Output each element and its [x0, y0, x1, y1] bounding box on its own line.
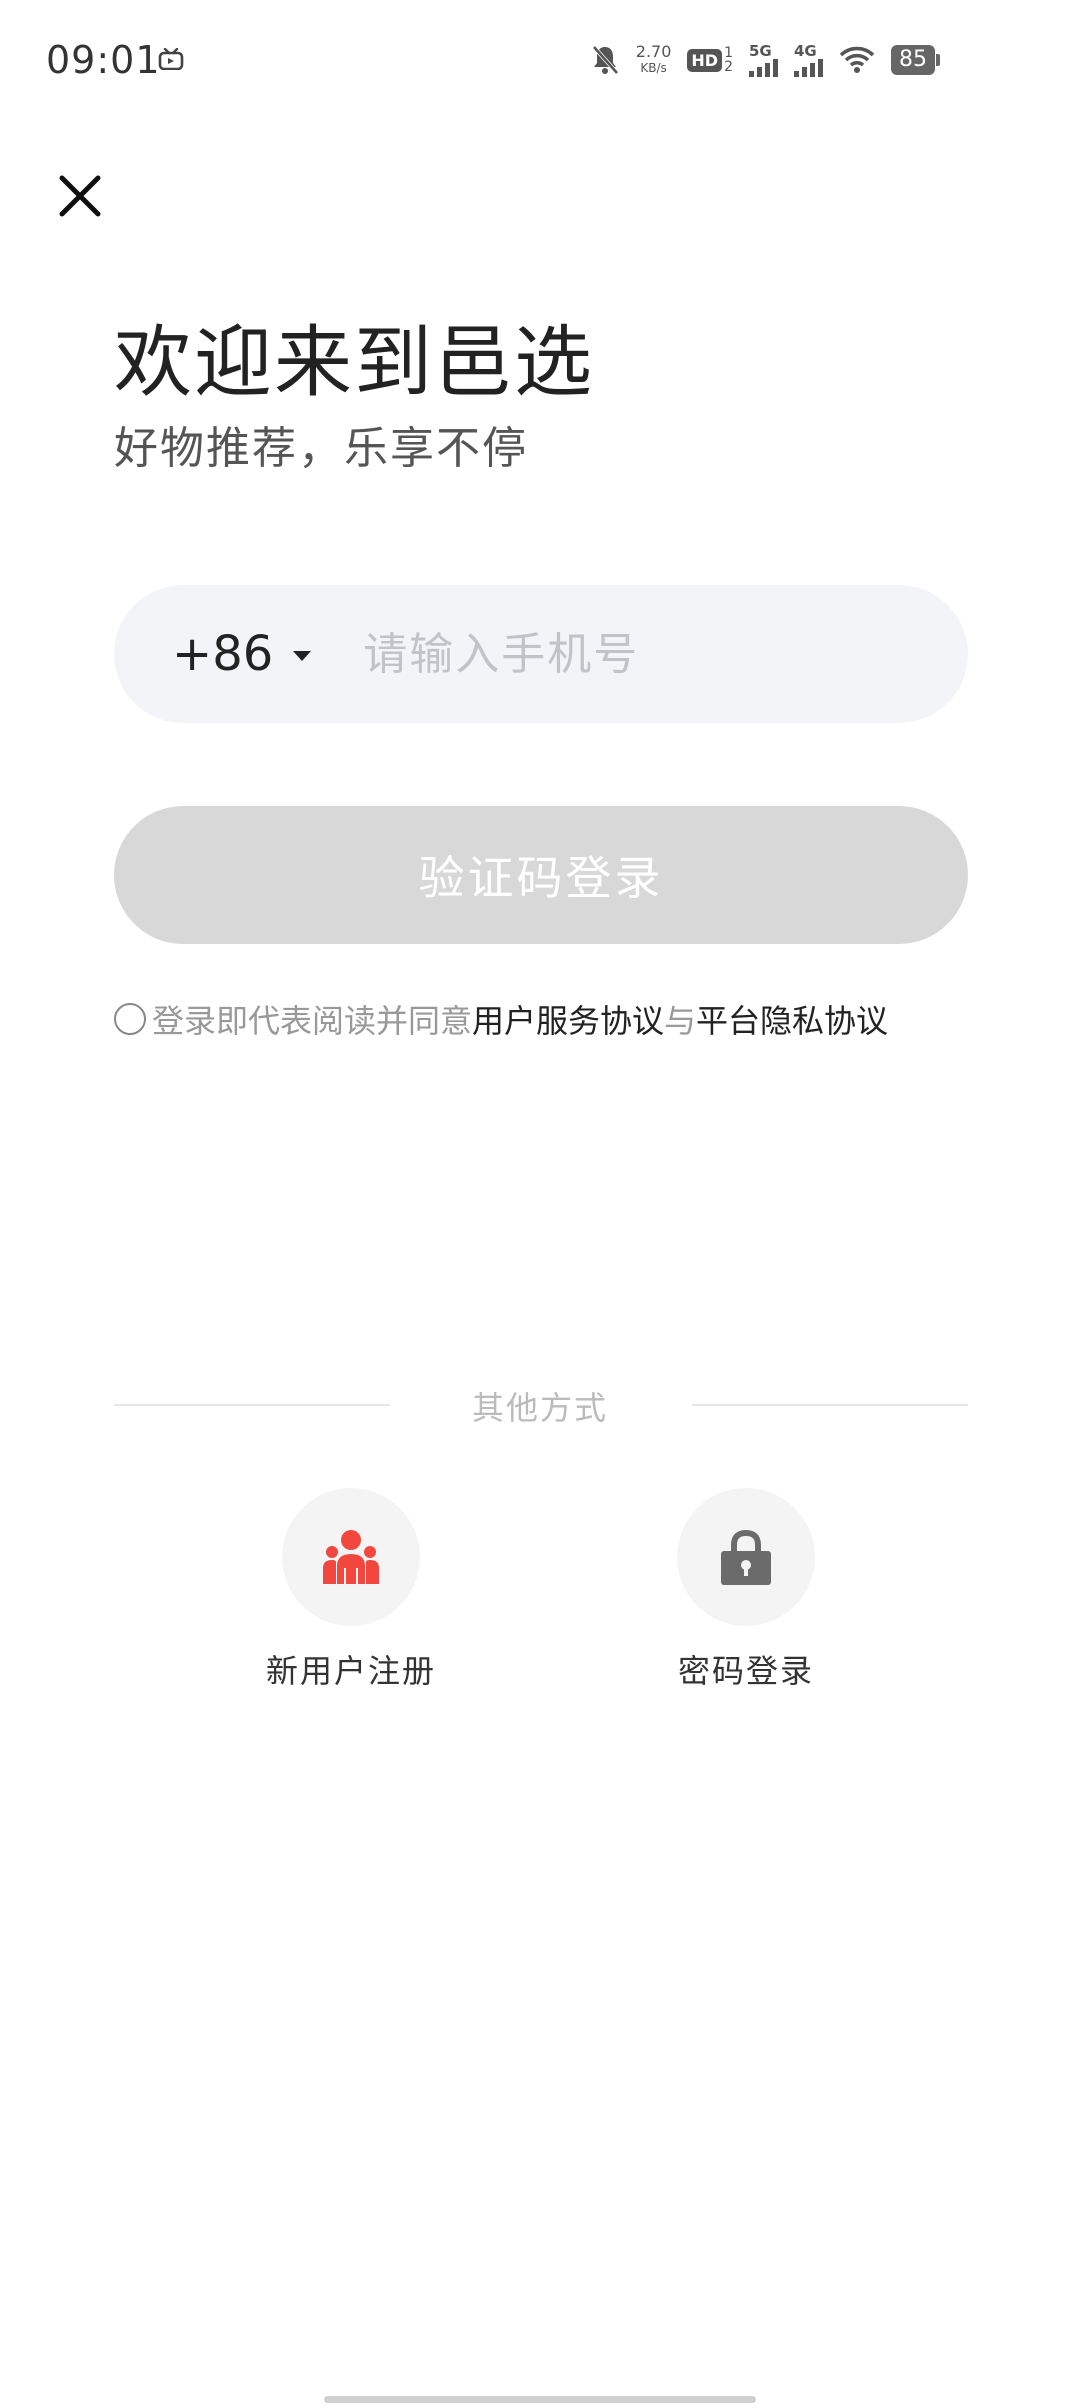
- close-icon[interactable]: [52, 168, 108, 224]
- signal-bars-icon: [794, 58, 823, 77]
- new-user-register-button[interactable]: 新用户注册: [241, 1488, 461, 1692]
- network-speed-unit: KB/s: [640, 61, 667, 75]
- signal-5g: 5G: [749, 41, 778, 77]
- home-indicator[interactable]: [324, 2396, 756, 2403]
- signal-4g: 4G: [794, 41, 823, 77]
- password-icon-circle: [677, 1488, 815, 1626]
- caret-down-icon: [293, 651, 312, 661]
- sim1-label: 1: [724, 45, 733, 61]
- password-login-label: 密码登录: [677, 1652, 814, 1690]
- user-service-agreement-link[interactable]: 用户服务协议: [472, 996, 664, 1042]
- other-methods-label: 其他方式: [471, 1389, 608, 1427]
- status-bar: 09:01 2.70 KB/s HD 1 2 5G 4G 85: [0, 0, 1080, 120]
- mute-bell-icon: [592, 45, 619, 75]
- battery-icon: 85: [891, 45, 940, 75]
- phone-input[interactable]: [361, 627, 926, 681]
- agreement-checkbox[interactable]: [114, 1003, 146, 1035]
- agreement-joiner: 与: [664, 1002, 697, 1040]
- register-icon-circle: [282, 1488, 420, 1626]
- page-title: 欢迎来到邑选: [114, 318, 595, 408]
- network-speed: 2.70 KB/s: [636, 43, 672, 77]
- signal-4g-label: 4G: [794, 41, 817, 60]
- hd-label: HD: [687, 48, 723, 72]
- agreement-row: 登录即代表阅读并同意 用户服务协议 与 平台隐私协议: [114, 996, 888, 1042]
- wifi-icon: [839, 46, 875, 73]
- agreement-text: 登录即代表阅读并同意: [152, 1002, 473, 1040]
- phone-input-container: +86: [114, 585, 968, 723]
- register-label: 新用户注册: [265, 1652, 436, 1690]
- password-login-button[interactable]: 密码登录: [636, 1488, 856, 1692]
- status-time: 09:01: [46, 38, 161, 82]
- signal-5g-label: 5G: [749, 41, 772, 60]
- country-code: +86: [172, 626, 274, 682]
- login-screen: 09:01 2.70 KB/s HD 1 2 5G 4G 85 欢迎来到邑选 好…: [0, 0, 1080, 2408]
- hd-voice-badge: HD 1 2: [687, 46, 733, 74]
- divider-right: [692, 1404, 968, 1406]
- status-icons: 2.70 KB/s HD 1 2 5G 4G 85: [590, 40, 940, 80]
- users-icon: [323, 1530, 379, 1584]
- sim2-label: 2: [724, 59, 733, 75]
- page-subtitle: 好物推荐，乐享不停: [114, 423, 528, 474]
- lock-icon: [721, 1529, 771, 1585]
- signal-bars-icon: [749, 58, 778, 77]
- tv-icon: [158, 48, 184, 70]
- sms-login-button[interactable]: 验证码登录: [114, 806, 968, 944]
- network-speed-value: 2.70: [635, 42, 672, 61]
- country-code-selector[interactable]: +86: [172, 626, 312, 682]
- battery-level: 85: [891, 45, 935, 75]
- privacy-policy-link[interactable]: 平台隐私协议: [696, 996, 888, 1042]
